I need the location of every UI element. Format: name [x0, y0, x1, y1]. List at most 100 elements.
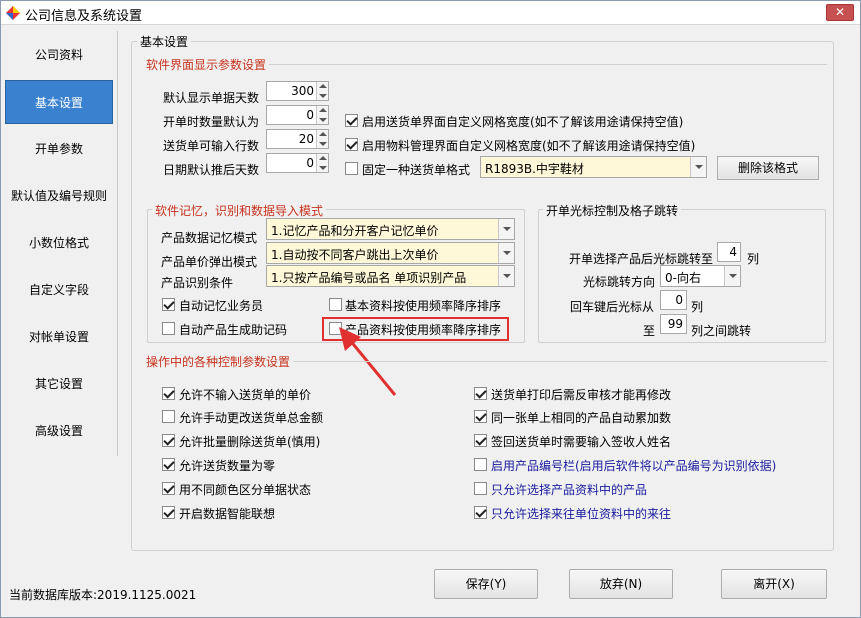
memory-mode-select[interactable]: 1.记忆产品和分开客户记忆单价 [266, 218, 515, 240]
close-button[interactable]: ✕ [826, 4, 854, 21]
cursor-jump-field[interactable]: 4 [717, 242, 741, 262]
auto-mnemonic-label: 自动产品生成助记码 [179, 323, 288, 337]
price-popup-select[interactable]: 1.自动按不同客户跳出上次单价 [266, 242, 515, 264]
window-title: 公司信息及系统设置 [25, 9, 143, 24]
nav-item-basic-settings[interactable]: 基本设置 [5, 80, 113, 124]
cursor-direction-label: 光标跳转方向 [583, 275, 656, 289]
date-offset-stepper[interactable]: 0 [266, 153, 329, 173]
enter-from-field[interactable]: 0 [660, 290, 687, 310]
ops-right-label-1: 同一张单上相同的产品自动累加数 [491, 411, 672, 425]
exit-button[interactable]: 离开(X) [721, 569, 827, 599]
ops-right-checkbox-4[interactable] [474, 482, 487, 495]
chevron-down-icon[interactable] [724, 266, 740, 286]
max-rows-stepper[interactable]: 20 [266, 129, 329, 149]
format-select[interactable]: R1893B.中宇鞋材 [480, 156, 707, 178]
fixed-format-label: 固定一种送货单格式 [362, 163, 471, 177]
product-recognition-select[interactable]: 1.只按产品编号或品名 单项识别产品 [266, 265, 515, 287]
cursor-direction-value: 0-向右 [665, 271, 701, 285]
display-days-label: 默认显示单据天数 [163, 91, 260, 105]
memory-mode-value: 1.记忆产品和分开客户记忆单价 [271, 224, 439, 238]
ops-left-checkbox-1[interactable] [162, 410, 175, 423]
ops-left-checkbox-5[interactable] [162, 506, 175, 519]
ops-left-checkbox-0[interactable] [162, 387, 175, 400]
nav-item-statement-settings[interactable]: 对帐单设置 [5, 315, 113, 359]
stepper-arrows[interactable] [316, 82, 328, 100]
save-button[interactable]: 保存(Y) [434, 569, 538, 599]
memory-section-title: 软件记忆，识别和数据导入模式 [152, 202, 327, 219]
db-version-status: 当前数据库版本:2019.1125.0021 [9, 588, 197, 602]
ops-left-checkbox-3[interactable] [162, 458, 175, 471]
settings-window: 公司信息及系统设置 ✕ 公司资料 基本设置 开单参数 默认值及编号规则 小数位格… [0, 0, 861, 618]
nav-item-company[interactable]: 公司资料 [5, 33, 113, 77]
nav-item-other-settings[interactable]: 其它设置 [5, 362, 113, 406]
ops-right-checkbox-3[interactable] [474, 458, 487, 471]
product-recognition-value: 1.只按产品编号或品名 单项识别产品 [271, 271, 467, 285]
ops-right-checkbox-2[interactable] [474, 434, 487, 447]
ops-right-label-5: 只允许选择来往单位资料中的来往 [491, 507, 672, 521]
nav-item-custom-fields[interactable]: 自定义字段 [5, 268, 113, 312]
ops-right-checkbox-0[interactable] [474, 387, 487, 400]
enter-to-field[interactable]: 99 [660, 314, 687, 334]
ops-right-label-2: 签回送货单时需要输入签收人姓名 [491, 435, 672, 449]
ops-left-label-1: 允许手动更改送货单总金额 [179, 411, 324, 425]
ops-left-checkbox-4[interactable] [162, 482, 175, 495]
format-select-value: R1893B.中宇鞋材 [485, 162, 584, 176]
auto-mnemonic-checkbox[interactable] [162, 322, 175, 335]
custom-grid-width-material-checkbox[interactable] [345, 138, 358, 151]
ops-left-label-0: 允许不输入送货单的单价 [179, 388, 312, 402]
remember-salesperson-checkbox[interactable] [162, 298, 175, 311]
custom-grid-width-material-label: 启用物料管理界面自定义网格宽度(如不了解该用途请保持空值) [362, 139, 696, 153]
price-popup-label: 产品单价弹出模式 [161, 255, 258, 269]
memory-mode-label: 产品数据记忆模式 [161, 231, 258, 245]
enter-to-unit: 列之间跳转 [691, 324, 752, 338]
nav-item-billing-params[interactable]: 开单参数 [5, 127, 113, 171]
ops-left-checkbox-2[interactable] [162, 434, 175, 447]
max-rows-label: 送货单可输入行数 [163, 139, 260, 153]
stepper-arrows[interactable] [316, 154, 328, 172]
stepper-arrows[interactable] [316, 106, 328, 124]
ops-left-label-3: 允许送货数量为零 [179, 459, 276, 473]
app-icon [6, 6, 20, 20]
ops-right-checkbox-5[interactable] [474, 506, 487, 519]
chevron-down-icon[interactable] [498, 243, 514, 263]
ops-right-checkbox-1[interactable] [474, 410, 487, 423]
chevron-down-icon[interactable] [498, 219, 514, 239]
display-days-stepper[interactable]: 300 [266, 81, 329, 101]
date-offset-label: 日期默认推后天数 [163, 163, 260, 177]
ops-right-label-4: 只允许选择产品资料中的产品 [491, 483, 648, 497]
chevron-down-icon[interactable] [690, 157, 706, 177]
default-qty-stepper[interactable]: 0 [266, 105, 329, 125]
nav-item-decimal-format[interactable]: 小数位格式 [5, 221, 113, 265]
enter-from-unit: 列 [691, 300, 704, 314]
delete-format-button[interactable]: 删除该格式 [717, 156, 819, 180]
title-bar: 公司信息及系统设置 ✕ [1, 1, 860, 25]
ops-left-label-4: 用不同颜色区分单据状态 [179, 483, 312, 497]
price-popup-value: 1.自动按不同客户跳出上次单价 [271, 248, 439, 262]
display-section-title: 软件界面显示参数设置 [143, 56, 270, 73]
nav-item-defaults-numbering[interactable]: 默认值及编号规则 [5, 174, 113, 218]
stepper-arrows[interactable] [316, 130, 328, 148]
default-qty-value: 0 [306, 108, 314, 122]
remember-salesperson-label: 自动记忆业务员 [179, 299, 264, 313]
ops-right-label-0: 送货单打印后需反审核才能再修改 [491, 388, 672, 402]
display-days-value: 300 [291, 84, 314, 98]
basic-data-sort-checkbox[interactable] [329, 298, 342, 311]
custom-grid-width-delivery-checkbox[interactable] [345, 114, 358, 127]
fixed-format-checkbox[interactable] [345, 162, 358, 175]
cursor-jump-unit: 列 [747, 252, 760, 266]
default-qty-label: 开单时数量默认为 [163, 115, 260, 129]
custom-grid-width-delivery-label: 启用送货单界面自定义网格宽度(如不了解该用途请保持空值) [362, 115, 684, 129]
max-rows-value: 20 [298, 132, 314, 146]
date-offset-value: 0 [306, 156, 314, 170]
nav-item-advanced-settings[interactable]: 高级设置 [5, 409, 113, 453]
ops-left-label-5: 开启数据智能联想 [179, 507, 276, 521]
ops-section-title: 操作中的各种控制参数设置 [143, 353, 294, 370]
ops-right-label-3: 启用产品编号栏(启用后软件将以产品编号为识别依据) [491, 459, 777, 473]
basic-data-sort-label: 基本资料按使用频率降序排序 [345, 299, 502, 313]
cursor-direction-select[interactable]: 0-向右 [660, 265, 741, 287]
ops-left-label-2: 允许批量删除送货单(慎用) [179, 435, 321, 449]
chevron-down-icon[interactable] [498, 266, 514, 286]
abandon-button[interactable]: 放弃(N) [569, 569, 673, 599]
nav-divider [117, 31, 118, 456]
main-group-title: 基本设置 [137, 33, 192, 50]
